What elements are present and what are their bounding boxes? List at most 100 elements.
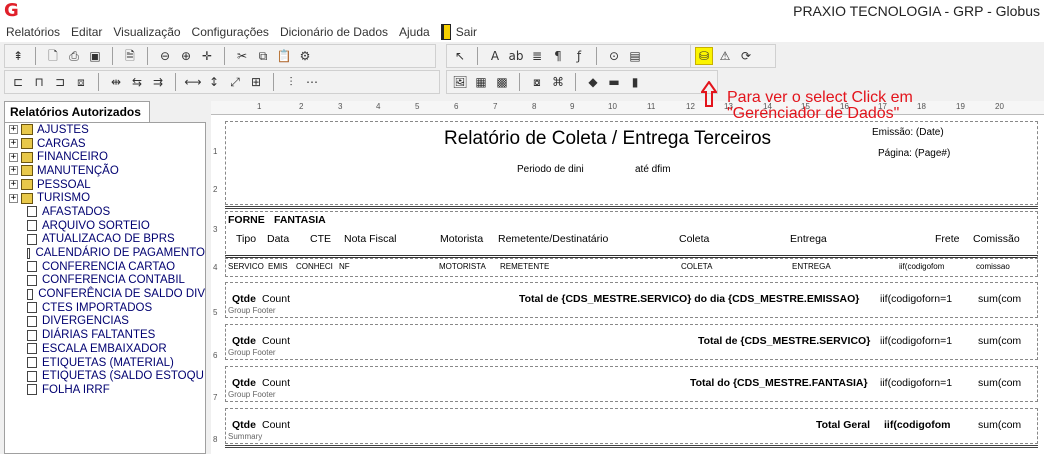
paste-icon[interactable]: 📋	[275, 47, 293, 65]
richtext-icon[interactable]: ¶	[549, 47, 567, 65]
zoom-in-icon[interactable]: ⊕	[177, 47, 195, 65]
detail-conheci-field[interactable]: CONHECI	[296, 262, 333, 271]
tree-item[interactable]: ETIQUETAS (MATERIAL)	[5, 356, 205, 370]
center-horizontal-icon[interactable]: ⫶	[282, 73, 300, 91]
detail-coleta-field[interactable]: COLETA	[681, 262, 712, 271]
label-icon[interactable]: A	[486, 47, 504, 65]
insert-image-icon[interactable]: 🖼	[451, 73, 469, 91]
menu-visualizacao[interactable]: Visualização	[113, 25, 180, 39]
tree-item[interactable]: AFASTADOS	[5, 205, 205, 219]
summary-sum-field[interactable]: sum(com	[978, 419, 1021, 431]
summary-total-geral-label[interactable]: Total Geral	[816, 419, 870, 431]
sysdata-icon[interactable]: ⊙	[605, 47, 623, 65]
report-pagina-label[interactable]: Página: (Page#)	[878, 148, 950, 159]
align-center-icon[interactable]: ⊓	[30, 73, 48, 91]
size-both-icon[interactable]: ⤢	[226, 73, 244, 91]
summary-band[interactable]: Qtde Count Summary Total Geral iif(codig…	[225, 408, 1038, 444]
insert-barcode-icon[interactable]: ▮	[626, 73, 644, 91]
save-icon[interactable]: ▣	[86, 47, 104, 65]
footer-sum-field-3[interactable]: sum(com	[978, 377, 1021, 389]
summary-iif-field[interactable]: iif(codigofom	[884, 419, 951, 431]
expand-icon[interactable]: +	[9, 125, 18, 135]
preview-icon[interactable]: 🗎	[121, 47, 139, 65]
group-forne-field[interactable]: FORNE	[228, 214, 265, 226]
align-left-icon[interactable]: ⊏	[9, 73, 27, 91]
memo-icon[interactable]: ≣	[528, 47, 546, 65]
space-horizontal-icon[interactable]: ⇹	[107, 73, 125, 91]
group-fantasia-field[interactable]: FANTASIA	[274, 214, 326, 226]
menu-configuracoes[interactable]: Configurações	[192, 25, 269, 39]
footer-total-label-2[interactable]: Total de {CDS_MESTRE.SERVICO}	[698, 335, 870, 347]
footer-qtde-label[interactable]: Qtde	[232, 335, 256, 347]
tree-folder-financeiro[interactable]: + FINANCEIRO	[5, 150, 205, 164]
select-pointer-icon[interactable]: ↖	[451, 47, 469, 65]
menu-ajuda[interactable]: Ajuda	[399, 25, 430, 39]
footer-count-field[interactable]: Count	[262, 293, 290, 305]
footer-iif-field-3[interactable]: iif(codigoforn=1	[880, 377, 952, 389]
report-periodo-label[interactable]: Periodo de dini	[517, 164, 584, 175]
detail-motorista-field[interactable]: MOTORISTA	[439, 262, 486, 271]
detail-nf-field[interactable]: NF	[339, 262, 350, 271]
tree-item[interactable]: ETIQUETAS (SALDO ESTOQU	[5, 369, 205, 383]
group-header-band[interactable]: FORNE FANTASIA Tipo Data CTE Nota Fiscal…	[225, 211, 1038, 259]
detail-servico-field[interactable]: SERVICO	[228, 262, 264, 271]
tree-item[interactable]: CONFERENCIA CARTAO	[5, 260, 205, 274]
detail-comissao-field[interactable]: comissao	[976, 262, 1010, 271]
insert-shape-icon[interactable]: ◆	[584, 73, 602, 91]
align-right-icon[interactable]: ⊐	[51, 73, 69, 91]
tree-folder-ajustes[interactable]: + AJUSTES	[5, 123, 205, 137]
column-nota-fiscal[interactable]: Nota Fiscal	[344, 233, 397, 245]
insert-subreport-icon[interactable]: ⧇	[528, 73, 546, 91]
footer-iif-field-2[interactable]: iif(codigoforn=1	[880, 335, 952, 347]
column-cte[interactable]: CTE	[310, 233, 331, 245]
footer-count-field[interactable]: Count	[262, 377, 290, 389]
center-vertical-icon[interactable]: ⋯	[303, 73, 321, 91]
tree-item[interactable]: DIÁRIAS FALTANTES	[5, 328, 205, 342]
print-icon[interactable]: ⎙	[65, 47, 83, 65]
field-icon[interactable]: ab	[507, 47, 525, 65]
footer-count-field[interactable]: Count	[262, 335, 290, 347]
report-emissao-label[interactable]: Emissão: (Date)	[872, 127, 944, 138]
size-height-icon[interactable]: ↕	[205, 73, 223, 91]
column-entrega[interactable]: Entrega	[790, 233, 827, 245]
footer-qtde-label[interactable]: Qtde	[232, 419, 256, 431]
footer-total-label-3[interactable]: Total do {CDS_MESTRE.FANTASIA}	[690, 377, 868, 389]
tree-folder-pessoal[interactable]: + PESSOAL	[5, 178, 205, 192]
expand-icon[interactable]: +	[9, 166, 18, 176]
expand-icon[interactable]: +	[9, 180, 18, 190]
tree-item[interactable]: DIVERGENCIAS	[5, 315, 205, 329]
tree-item[interactable]: CONFERENCIA CONTABIL	[5, 274, 205, 288]
copy-icon[interactable]: ⧉	[254, 47, 272, 65]
group-footer-band-1[interactable]: Qtde Count Group Footer Total de {CDS_ME…	[225, 282, 1038, 318]
report-title[interactable]: Relatório de Coleta / Entrega Terceiros	[444, 128, 771, 150]
zoom-out-icon[interactable]: ⊖	[156, 47, 174, 65]
footer-count-field[interactable]: Count	[262, 419, 290, 431]
detail-entrega-field[interactable]: ENTREGA	[792, 262, 831, 271]
sql-icon[interactable]: ▤	[626, 47, 644, 65]
report-designer-canvas[interactable]: 1 2 3 4 5 6 7 8 9 10 11 12 13 14 15 16 1…	[211, 101, 1044, 454]
bring-front-icon[interactable]: ⧈	[72, 73, 90, 91]
refresh-icon[interactable]: ⟳	[737, 47, 755, 65]
tree-folder-turismo[interactable]: + TURISMO	[5, 191, 205, 205]
detail-emis-field[interactable]: EMIS	[268, 262, 288, 271]
align-top-icon[interactable]: ⇞	[9, 47, 27, 65]
menu-sair[interactable]: Sair	[440, 24, 477, 40]
size-grid-icon[interactable]: ⊞	[247, 73, 265, 91]
tree-item[interactable]: FOLHA IRRF	[5, 383, 205, 397]
database-icon[interactable]: ⚠	[716, 47, 734, 65]
menu-editar[interactable]: Editar	[71, 25, 102, 39]
insert-picture-icon[interactable]: ▩	[493, 73, 511, 91]
column-frete[interactable]: Frete	[935, 233, 960, 245]
group-footer-band-2[interactable]: Qtde Count Group Footer Total de {CDS_ME…	[225, 324, 1038, 360]
tab-relatorios-autorizados[interactable]: Relatórios Autorizados	[4, 101, 150, 122]
tree-folder-cargas[interactable]: + CARGAS	[5, 137, 205, 151]
group-footer-band-3[interactable]: Qtde Count Group Footer Total do {CDS_ME…	[225, 366, 1038, 402]
insert-chart-icon[interactable]: ▦	[472, 73, 490, 91]
footer-sum-field-1[interactable]: sum(com	[978, 293, 1021, 305]
column-tipo[interactable]: Tipo	[236, 233, 256, 245]
page-setup-icon[interactable]: ⚙	[296, 47, 314, 65]
menu-relatorios[interactable]: Relatórios	[6, 25, 60, 39]
cut-icon[interactable]: ✂	[233, 47, 251, 65]
tree-item[interactable]: CALENDÁRIO DE PAGAMENTO	[5, 246, 205, 260]
footer-sum-field-2[interactable]: sum(com	[978, 335, 1021, 347]
